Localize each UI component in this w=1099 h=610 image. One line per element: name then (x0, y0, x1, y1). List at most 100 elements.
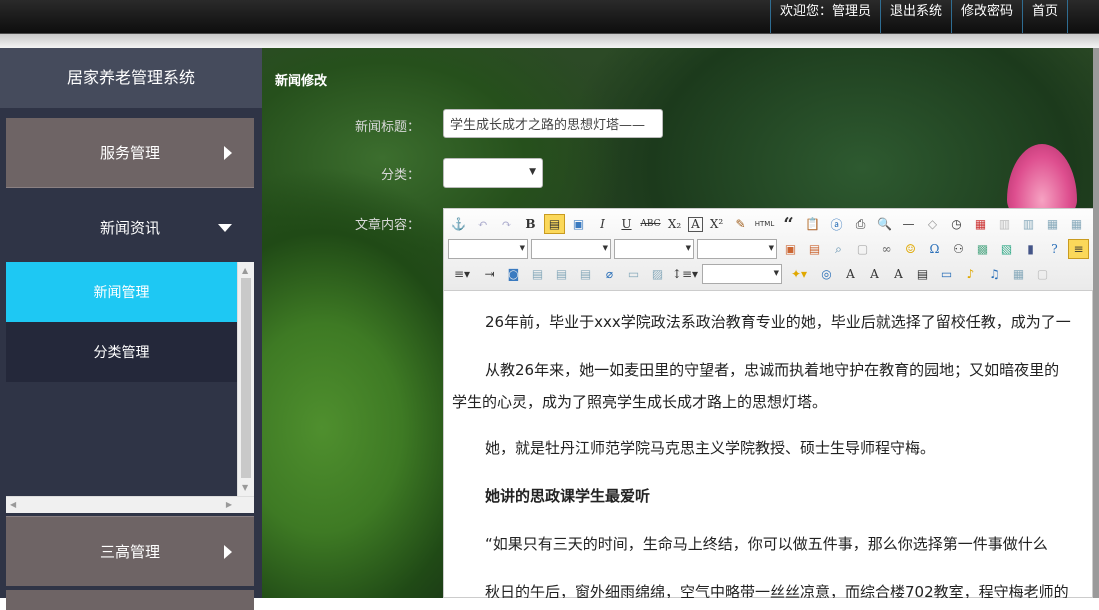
title-label: 新闻标题： (354, 120, 420, 135)
preview-icon[interactable]: 🔍 (874, 214, 895, 234)
top-bar: 欢迎您：管理员 退出系统 修改密码 首页 (0, 0, 1099, 48)
time-icon[interactable]: ◷ (946, 214, 967, 234)
caret-right-icon (224, 146, 232, 160)
attachment-icon[interactable]: ⌀ (599, 264, 620, 284)
font-family-select[interactable]: ▼ (448, 239, 528, 259)
row-spacing-icon[interactable]: ↕≡▾ (671, 264, 699, 284)
submenu-news-manage[interactable]: 新闻管理 (6, 262, 237, 322)
line-height-select[interactable]: ▼ (697, 239, 777, 259)
home-link[interactable]: 首页 (1021, 0, 1068, 33)
scroll-right-icon[interactable]: ▶ (226, 500, 232, 509)
rich-text-editor[interactable]: ⚓ ↶ ↷ B ▤ ▣ I U ABC X₂ A X² ✎ HTML “ 📋 ⓐ… (443, 208, 1093, 598)
page-scrollbar[interactable] (1093, 48, 1099, 598)
word-paste-icon[interactable]: ⓐ (826, 214, 847, 234)
font-border-icon[interactable]: A (688, 216, 703, 232)
source-icon[interactable]: ◎ (816, 264, 837, 284)
emotion-icon[interactable]: ☺ (900, 239, 921, 259)
table-row-icon[interactable]: ▥ (994, 214, 1015, 234)
content-paragraph: 26年前，毕业于xxx学院政法系政治教育专业的她，毕业后就选择了留校任教，成为了… (485, 313, 1071, 331)
align-right-icon[interactable]: ▤ (575, 264, 596, 284)
help-icon[interactable]: ? (1044, 239, 1065, 259)
list-ordered-icon[interactable]: ≡▾ (448, 264, 476, 284)
paste-text-icon[interactable]: 📋 (802, 214, 823, 234)
multi-image-icon[interactable]: ▤ (804, 239, 825, 259)
content-subheading: 她讲的思政课学生最爱听 (485, 487, 651, 505)
undo-icon[interactable]: ↶ (472, 214, 493, 234)
submenu-category-manage[interactable]: 分类管理 (6, 322, 237, 382)
insert-link-icon[interactable]: ▢ (852, 239, 873, 259)
date-icon[interactable]: ▦ (970, 214, 991, 234)
underline-icon[interactable]: U (616, 214, 637, 234)
bold-icon[interactable]: B (520, 214, 541, 234)
toolbar-row-2: ▼ ▼ ▼ ▼ ▣ ▤ ⌕ ▢ ∞ ☺ Ω ⚇ ▩ ▧ ▮ ? ≡ (448, 237, 1092, 261)
search-replace-icon[interactable]: ⌕ (828, 239, 849, 259)
main-content: 新闻修改 新闻标题： 分类： ▼ 文章内容： ⚓ ↶ ↷ B ▤ ▣ I U A… (262, 48, 1093, 598)
sort-icon[interactable]: ▢ (1032, 264, 1053, 284)
map-icon[interactable]: ⚇ (948, 239, 969, 259)
caret-down-icon (218, 224, 232, 232)
page-title: 新闻修改 (275, 74, 328, 89)
video-icon[interactable]: ▮ (1020, 239, 1041, 259)
page-break-icon[interactable]: ▭ (623, 264, 644, 284)
special-char-icon[interactable]: Ω (924, 239, 945, 259)
select-all-icon[interactable]: ▣ (568, 214, 589, 234)
scroll-left-icon[interactable]: ◀ (10, 500, 16, 509)
paste-plain-icon[interactable]: ▤ (544, 214, 565, 234)
news-title-input[interactable] (443, 109, 663, 138)
template-icon[interactable]: ▤ (912, 264, 933, 284)
blockquote-icon[interactable]: “ (778, 214, 799, 235)
menu-news[interactable]: 新闻资讯 (6, 192, 254, 262)
horizontal-rule-icon[interactable]: — (898, 214, 919, 234)
redo-icon[interactable]: ↷ (496, 214, 517, 234)
clear-format-icon[interactable]: ✎ (730, 214, 751, 234)
scroll-up-icon[interactable]: ▲ (242, 266, 248, 275)
menu-next-item[interactable] (6, 590, 254, 610)
submenu-vertical-scrollbar[interactable]: ▲ ▼ (237, 262, 254, 496)
scroll-thumb[interactable] (241, 278, 251, 478)
snapshot-icon[interactable]: ▭ (936, 264, 957, 284)
content-paragraph: 学生的心灵，成为了照亮学生成长成才路上的思想灯塔。 (452, 393, 828, 411)
format-brush-icon[interactable]: ✦▾ (785, 264, 813, 284)
scroll-down-icon[interactable]: ▼ (242, 483, 248, 492)
print-icon[interactable]: ⎙ (850, 214, 871, 234)
category-select[interactable]: ▼ (443, 158, 543, 188)
insert-frame-icon[interactable]: ▧ (996, 239, 1017, 259)
table-col-icon[interactable]: ▥ (1018, 214, 1039, 234)
strikethrough-icon[interactable]: ABC (640, 214, 661, 234)
font-up-icon[interactable]: A (840, 264, 861, 284)
insert-frame2-icon[interactable]: ◙ (503, 264, 524, 284)
background-icon[interactable]: ▨ (647, 264, 668, 284)
superscript-icon[interactable]: X² (706, 214, 727, 234)
copy-icon[interactable]: ▦ (1008, 264, 1029, 284)
eraser-icon[interactable]: ◇ (922, 214, 943, 234)
music-icon[interactable]: ♪ (960, 264, 981, 284)
custom-style-select[interactable]: ▼ (702, 264, 782, 284)
italic-icon[interactable]: I (592, 214, 613, 234)
gmap-icon[interactable]: ▩ (972, 239, 993, 259)
unlink-icon[interactable]: ∞ (876, 239, 897, 259)
subscript-icon[interactable]: X₂ (664, 214, 685, 234)
insert-col-icon[interactable]: ▦ (1042, 214, 1063, 234)
anchor-icon[interactable]: ⚓ (448, 214, 469, 234)
menu-sanggao[interactable]: 三高管理 (6, 516, 254, 586)
paragraph-select[interactable]: ▼ (614, 239, 694, 259)
indent-icon[interactable]: ⇥ (479, 264, 500, 284)
news-submenu: 新闻管理 分类管理 ▲ ▼ ◀ ▶ (6, 262, 254, 513)
translate-icon[interactable]: A (888, 264, 909, 284)
table-insert-icon[interactable]: ♫ (984, 264, 1005, 284)
table-icon[interactable]: ▦ (1066, 214, 1087, 234)
align-left-icon[interactable]: ▤ (527, 264, 548, 284)
editor-content-area[interactable]: 26年前，毕业于xxx学院政法系政治教育专业的她，毕业后就选择了留校任教，成为了… (444, 291, 1093, 598)
justify-left-icon[interactable]: ≡ (1068, 239, 1089, 259)
welcome-user-link[interactable]: 欢迎您：管理员 (769, 0, 880, 33)
html-icon[interactable]: HTML (754, 214, 775, 234)
font-down-icon[interactable]: A (864, 264, 885, 284)
font-size-select[interactable]: ▼ (531, 239, 611, 259)
image-icon[interactable]: ▣ (780, 239, 801, 259)
logout-link[interactable]: 退出系统 (879, 0, 951, 33)
content-paragraph: “如果只有三天的时间，生命马上终结，你可以做五件事，那么你选择第一件事做什么 (485, 535, 1048, 553)
menu-service[interactable]: 服务管理 (6, 118, 254, 188)
submenu-horizontal-scrollbar[interactable]: ◀ ▶ (6, 496, 254, 513)
align-center-icon[interactable]: ▤ (551, 264, 572, 284)
change-password-link[interactable]: 修改密码 (950, 0, 1022, 33)
